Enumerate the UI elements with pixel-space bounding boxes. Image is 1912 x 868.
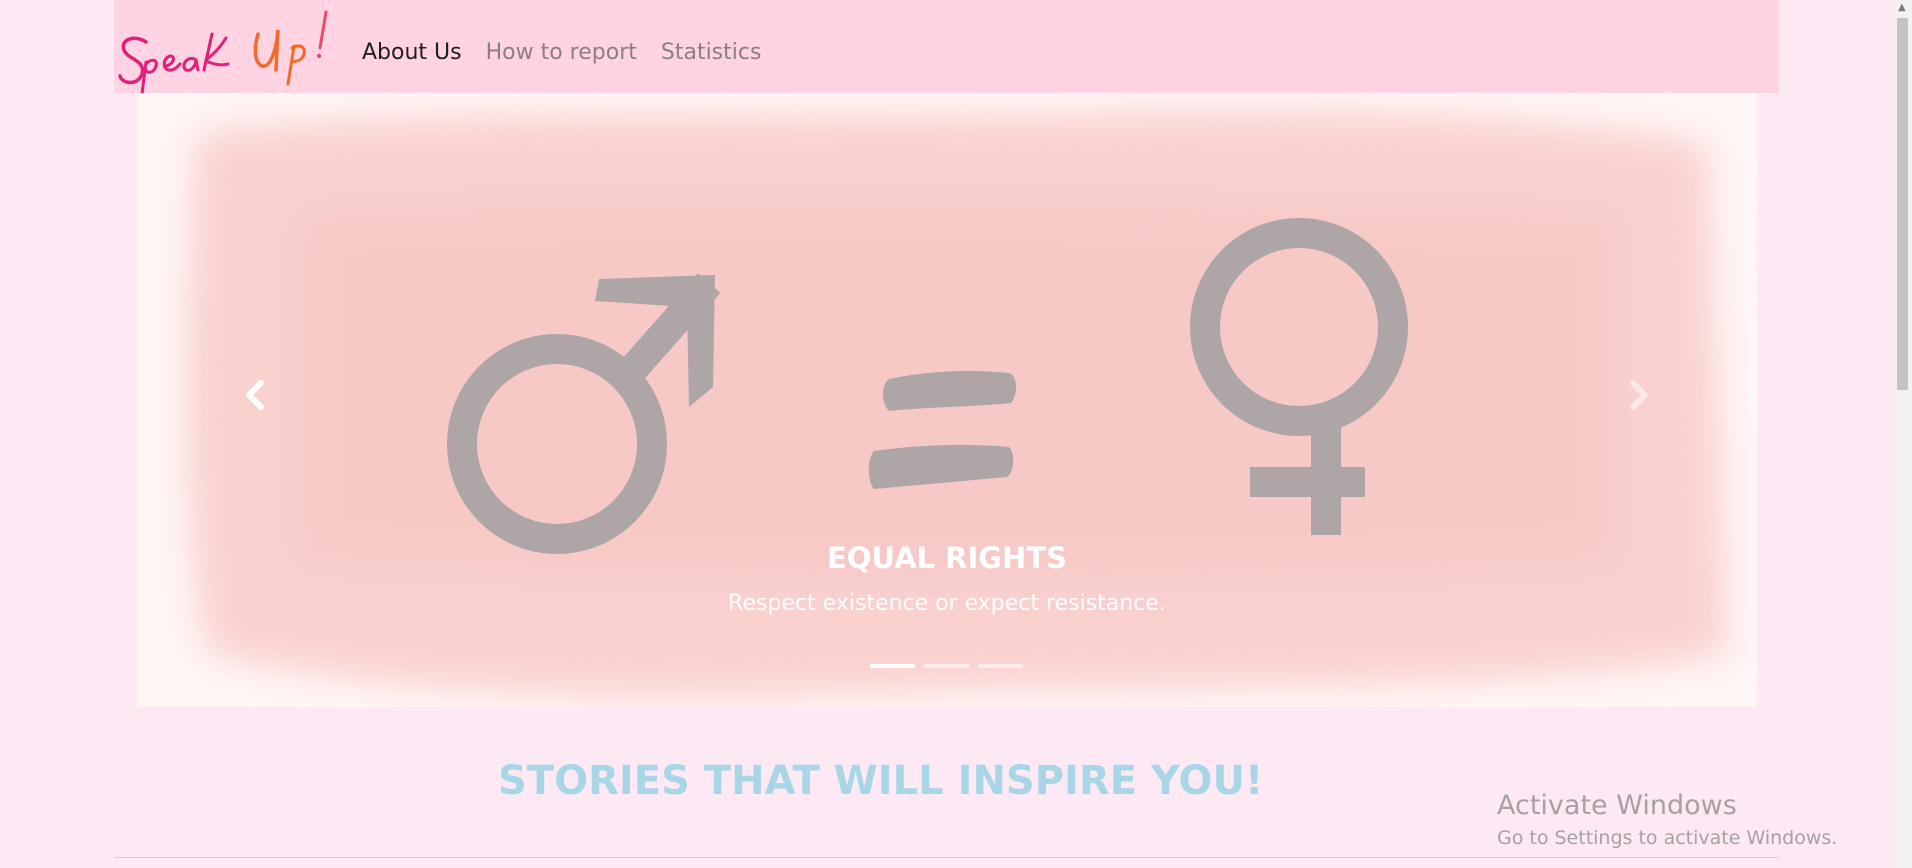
hero-carousel: EQUAL RIGHTS Respect existence or expect… (137, 93, 1757, 707)
carousel-caption-text: Respect existence or expect resistance. (728, 591, 1166, 616)
activate-windows-watermark: Activate Windows Go to Settings to activ… (1497, 790, 1837, 849)
scroll-up-arrow-icon[interactable]: ▲ (1898, 2, 1906, 13)
watermark-title: Activate Windows (1497, 790, 1737, 821)
nav-how-to-report[interactable]: How to report (486, 40, 637, 65)
carousel-indicator-1[interactable] (870, 664, 915, 668)
carousel-prev-chevron-left-icon[interactable] (237, 375, 277, 415)
speak-up-logo[interactable] (116, 4, 338, 94)
carousel-indicator-3[interactable] (978, 664, 1023, 668)
nav-statistics[interactable]: Statistics (661, 40, 762, 65)
scrollbar-thumb[interactable] (1897, 18, 1908, 390)
carousel-indicator-2[interactable] (924, 664, 969, 668)
navbar: About Us How to report Statistics (114, 0, 1779, 94)
equals-icon (868, 371, 1017, 489)
male-symbol-icon (447, 273, 721, 554)
carousel-caption-title: EQUAL RIGHTS (826, 541, 1067, 575)
watermark-subtitle: Go to Settings to activate Windows. (1497, 827, 1838, 849)
page: About Us How to report Statistics EQUAL … (0, 0, 1912, 868)
vertical-scrollbar[interactable]: ▲ (1893, 0, 1912, 868)
nav-links: About Us How to report Statistics (362, 40, 785, 65)
section-divider (114, 857, 1779, 858)
nav-about-us[interactable]: About Us (362, 40, 462, 65)
stories-heading: STORIES THAT WILL INSPIRE YOU! (498, 758, 1264, 804)
carousel-next-chevron-right-icon[interactable] (1617, 375, 1657, 415)
carousel-indicators (870, 664, 1023, 668)
female-symbol-icon (1190, 218, 1408, 535)
